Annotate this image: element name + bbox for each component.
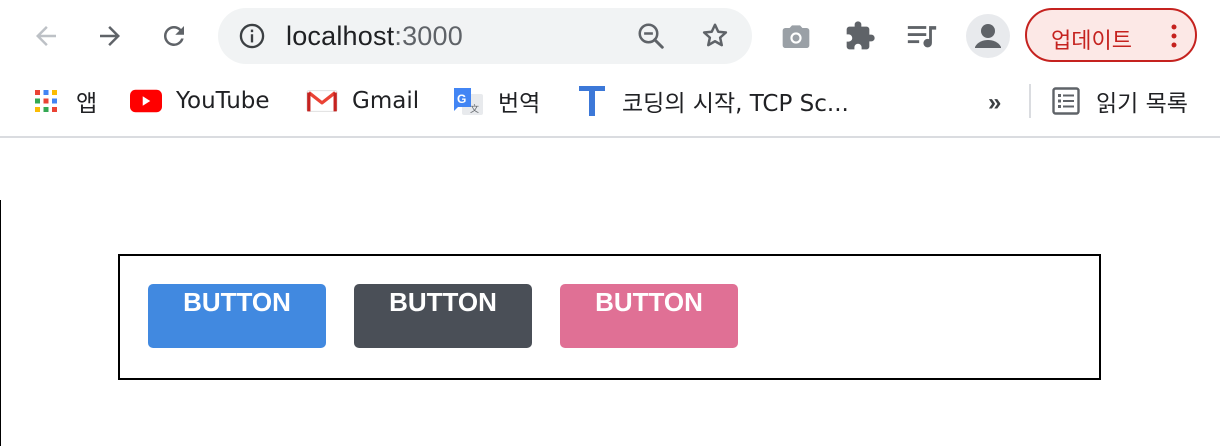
zoom-out-icon[interactable] — [636, 21, 666, 51]
extensions-button[interactable] — [842, 18, 878, 54]
site-info-icon[interactable] — [238, 22, 266, 50]
reload-button[interactable] — [152, 14, 196, 58]
gmail-icon — [306, 86, 338, 116]
bookmark-gmail[interactable]: Gmail — [306, 86, 419, 116]
more-vert-icon — [1171, 24, 1177, 48]
reading-list-icon — [1050, 86, 1082, 116]
address-host: localhost — [286, 21, 395, 51]
bookmarks-bar: 앱 YouTube Gmail G文 번역 코딩의 시작, TCP Sc... … — [0, 72, 1220, 136]
address-bar[interactable]: localhost:3000 — [218, 8, 752, 64]
google-translate-icon: G文 — [452, 86, 484, 116]
svg-text:G: G — [457, 92, 466, 106]
bookmark-label: 앱 — [76, 91, 98, 117]
camera-icon — [782, 25, 810, 48]
profile-avatar[interactable] — [966, 14, 1010, 58]
bookmark-label: YouTube — [176, 88, 270, 114]
person-icon — [975, 24, 1001, 48]
back-button[interactable] — [24, 14, 68, 58]
media-control-button[interactable] — [904, 18, 940, 54]
viewport-edge — [0, 200, 1, 446]
dark-gray-button[interactable]: BUTTON — [354, 284, 532, 348]
bookmark-youtube[interactable]: YouTube — [130, 86, 270, 116]
bookmark-translate[interactable]: G文 번역 — [452, 86, 541, 117]
pink-button[interactable]: BUTTON — [560, 284, 738, 348]
svg-text:文: 文 — [470, 103, 479, 115]
screenshot-button[interactable] — [778, 18, 814, 54]
reload-icon — [163, 25, 184, 46]
bookmark-label: Gmail — [352, 88, 420, 114]
address-port: :3000 — [394, 21, 463, 51]
bookmark-star-icon[interactable] — [700, 21, 730, 51]
bookmark-apps[interactable]: 앱 — [30, 86, 98, 117]
youtube-icon — [130, 86, 162, 116]
reading-list-label: 읽기 목록 — [1096, 91, 1188, 117]
browser-toolbar: localhost:3000 업데이트 — [0, 0, 1220, 72]
bookmark-label: 코딩의 시작, TCP Sc... — [622, 91, 849, 117]
tcp-school-icon — [576, 86, 608, 116]
blue-button[interactable]: BUTTON — [148, 284, 326, 348]
back-arrow-icon — [36, 26, 56, 46]
bookmark-label: 번역 — [498, 91, 541, 117]
address-text[interactable]: localhost:3000 — [286, 21, 463, 52]
puzzle-icon — [846, 21, 875, 50]
more-bookmarks-button[interactable]: » — [988, 89, 1001, 117]
bookmark-tcp-school[interactable]: 코딩의 시작, TCP Sc... — [576, 86, 849, 117]
update-label: 업데이트 — [1051, 29, 1132, 54]
bookmarks-divider — [1029, 84, 1031, 118]
apps-grid-icon — [30, 86, 62, 116]
reading-list-button[interactable]: 읽기 목록 — [1050, 86, 1188, 117]
page-content: BUTTON BUTTON BUTTON — [0, 138, 1220, 446]
forward-arrow-icon — [100, 26, 120, 46]
forward-button[interactable] — [88, 14, 132, 58]
button-container: BUTTON BUTTON BUTTON — [118, 254, 1101, 380]
update-button[interactable]: 업데이트 — [1025, 8, 1197, 62]
queue-music-icon — [907, 26, 937, 48]
